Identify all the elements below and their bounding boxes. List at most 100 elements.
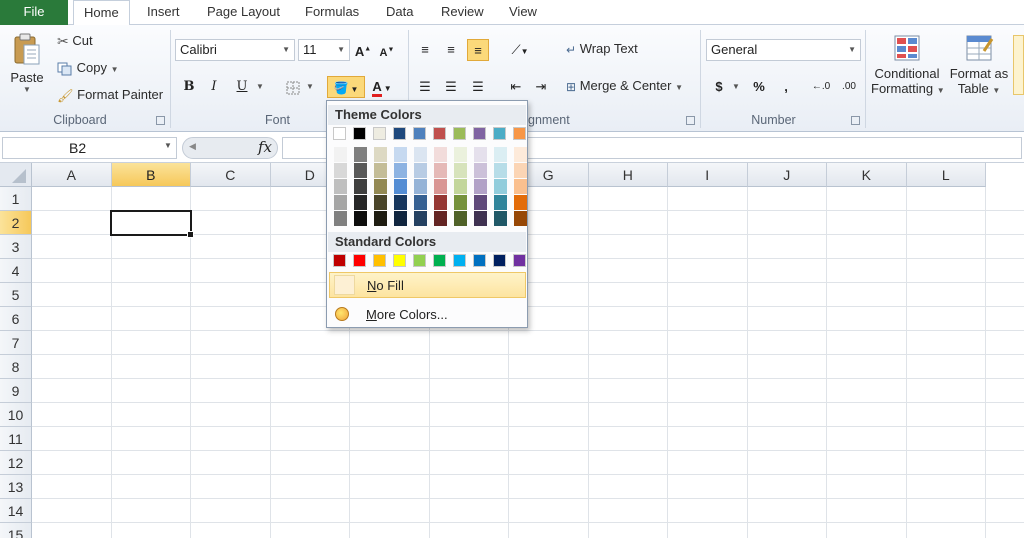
standard-color-swatch[interactable] [393,254,406,267]
theme-color-swatch[interactable] [413,127,426,140]
column-header-l[interactable]: L [906,163,986,187]
row-header-14[interactable]: 14 [0,499,32,523]
standard-color-swatch[interactable] [513,254,526,267]
standard-color-swatch[interactable] [413,254,426,267]
font-color-button[interactable]: A ▼ [368,76,396,98]
theme-color-swatch[interactable] [353,127,366,140]
theme-shade-swatch[interactable] [334,179,347,194]
column-header-j[interactable]: J [747,163,827,187]
clipboard-launcher-icon[interactable] [156,116,165,125]
column-header-i[interactable]: I [668,163,748,187]
borders-button[interactable] [282,76,304,98]
tab-view[interactable]: View [499,0,547,25]
row-header-13[interactable]: 13 [0,475,32,499]
theme-shade-swatch[interactable] [434,163,447,178]
align-middle-button[interactable]: ≡ [440,39,462,61]
standard-color-swatch[interactable] [333,254,346,267]
theme-shade-swatch[interactable] [474,211,487,226]
row-header-5[interactable]: 5 [0,283,32,307]
number-format-select[interactable]: General ▼ [706,39,861,61]
copy-button[interactable]: Copy ▼ [57,60,119,76]
theme-shade-swatch[interactable] [454,195,467,210]
align-center-button[interactable]: ☰ [440,76,462,98]
tab-review[interactable]: Review [431,0,494,25]
theme-shade-swatch[interactable] [354,147,367,162]
column-header-k[interactable]: K [827,163,907,187]
conditional-formatting-button[interactable]: Conditional Formatting ▼ [871,33,945,96]
theme-shade-swatch[interactable] [514,195,527,210]
row-header-7[interactable]: 7 [0,331,32,355]
column-header-a[interactable]: A [32,163,112,187]
row-header-2[interactable]: 2 [0,211,32,235]
theme-shade-swatch[interactable] [374,179,387,194]
row-header-4[interactable]: 4 [0,259,32,283]
font-size-select[interactable]: 11 ▼ [298,39,350,61]
theme-shade-swatch[interactable] [514,163,527,178]
row-header-9[interactable]: 9 [0,379,32,403]
percent-button[interactable]: % [748,76,770,98]
underline-button[interactable]: U [231,76,253,98]
theme-color-swatch[interactable] [473,127,486,140]
column-header-b[interactable]: B [111,163,191,187]
theme-shade-swatch[interactable] [354,211,367,226]
align-bottom-button[interactable]: ≡ [467,39,489,61]
theme-shade-swatch[interactable] [454,211,467,226]
row-header-6[interactable]: 6 [0,307,32,331]
theme-shade-swatch[interactable] [454,163,467,178]
font-name-select[interactable]: Calibri ▼ [175,39,295,61]
decrease-indent-button[interactable]: ⇤ [505,76,527,98]
standard-color-swatch[interactable] [453,254,466,267]
theme-shade-swatch[interactable] [414,163,427,178]
increase-indent-button[interactable]: ⇥ [530,76,552,98]
theme-shade-swatch[interactable] [434,179,447,194]
theme-shade-swatch[interactable] [414,179,427,194]
underline-dropdown-icon[interactable]: ▼ [254,76,266,98]
alignment-launcher-icon[interactable] [686,116,695,125]
cut-button[interactable]: ✂ Cut [57,33,93,50]
theme-shade-swatch[interactable] [434,195,447,210]
theme-shade-swatch[interactable] [514,211,527,226]
bold-button[interactable]: B [178,76,200,98]
theme-shade-swatch[interactable] [434,211,447,226]
tab-insert[interactable]: Insert [137,0,190,25]
cell-styles-button[interactable] [1013,35,1024,95]
standard-color-swatch[interactable] [373,254,386,267]
grow-font-button[interactable]: A▲ [352,39,374,61]
wrap-text-button[interactable]: ↵ Wrap Text [566,41,638,57]
shrink-font-button[interactable]: A▼ [376,39,398,61]
increase-decimal-button[interactable]: ←.0 [810,76,832,98]
theme-shade-swatch[interactable] [354,195,367,210]
insert-function-button[interactable]: fx [258,138,272,156]
theme-shade-swatch[interactable] [494,211,507,226]
column-header-c[interactable]: C [191,163,271,187]
select-all-corner[interactable] [0,163,32,187]
theme-color-swatch[interactable] [393,127,406,140]
tab-formulas[interactable]: Formulas [295,0,369,25]
format-painter-button[interactable]: 🖌 Format Painter [57,87,163,104]
theme-shade-swatch[interactable] [334,195,347,210]
name-box[interactable]: B2 [2,137,177,159]
row-header-8[interactable]: 8 [0,355,32,379]
theme-shade-swatch[interactable] [354,179,367,194]
theme-shade-swatch[interactable] [334,211,347,226]
theme-shade-swatch[interactable] [394,179,407,194]
borders-dropdown-icon[interactable]: ▼ [304,76,316,98]
row-header-11[interactable]: 11 [0,427,32,451]
orientation-button[interactable]: ⟋▼ [505,39,535,61]
theme-shade-swatch[interactable] [414,211,427,226]
row-header-10[interactable]: 10 [0,403,32,427]
theme-shade-swatch[interactable] [354,163,367,178]
align-right-button[interactable]: ☰ [467,76,489,98]
theme-shade-swatch[interactable] [474,147,487,162]
theme-shade-swatch[interactable] [374,147,387,162]
theme-shade-swatch[interactable] [514,179,527,194]
theme-shade-swatch[interactable] [494,179,507,194]
active-cell-b2[interactable] [110,210,194,238]
number-launcher-icon[interactable] [851,116,860,125]
align-top-button[interactable]: ≡ [414,39,436,61]
theme-shade-swatch[interactable] [414,147,427,162]
theme-shade-swatch[interactable] [374,211,387,226]
theme-shade-swatch[interactable] [474,179,487,194]
theme-shade-swatch[interactable] [334,163,347,178]
theme-shade-swatch[interactable] [454,147,467,162]
